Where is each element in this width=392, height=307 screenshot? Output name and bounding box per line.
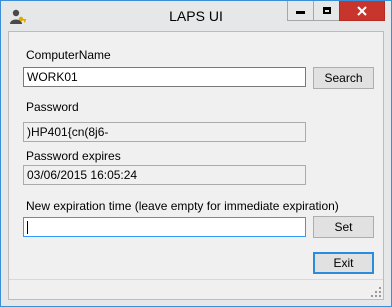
password-label: Password <box>26 100 79 114</box>
text-caret <box>27 221 28 235</box>
status-bar <box>9 279 383 299</box>
password-expires-label: Password expires <box>26 149 121 163</box>
password-expires-field[interactable]: 03/06/2015 16:05:24 <box>23 165 306 185</box>
resize-grip-icon[interactable] <box>371 287 381 297</box>
minimize-button[interactable] <box>287 1 314 21</box>
set-button[interactable]: Set <box>313 216 374 238</box>
minimize-icon <box>296 11 305 14</box>
title-bar[interactable]: LAPS UI <box>1 1 391 31</box>
laps-window: LAPS UI ComputerName WORK01 Search Passw… <box>0 0 392 307</box>
exit-button[interactable]: Exit <box>313 252 374 274</box>
form-area: ComputerName WORK01 Search Password )HP4… <box>8 31 384 300</box>
password-field[interactable]: )HP401{cn(8j6- <box>23 122 306 142</box>
search-button[interactable]: Search <box>313 67 374 89</box>
close-button[interactable] <box>339 1 385 21</box>
maximize-button[interactable] <box>313 1 340 21</box>
close-icon <box>357 5 367 16</box>
maximize-icon <box>322 7 331 14</box>
new-expiration-label: New expiration time (leave empty for imm… <box>26 199 339 213</box>
computer-name-input[interactable]: WORK01 <box>23 67 306 87</box>
new-expiration-input[interactable] <box>23 217 306 237</box>
computer-name-label: ComputerName <box>26 48 111 62</box>
